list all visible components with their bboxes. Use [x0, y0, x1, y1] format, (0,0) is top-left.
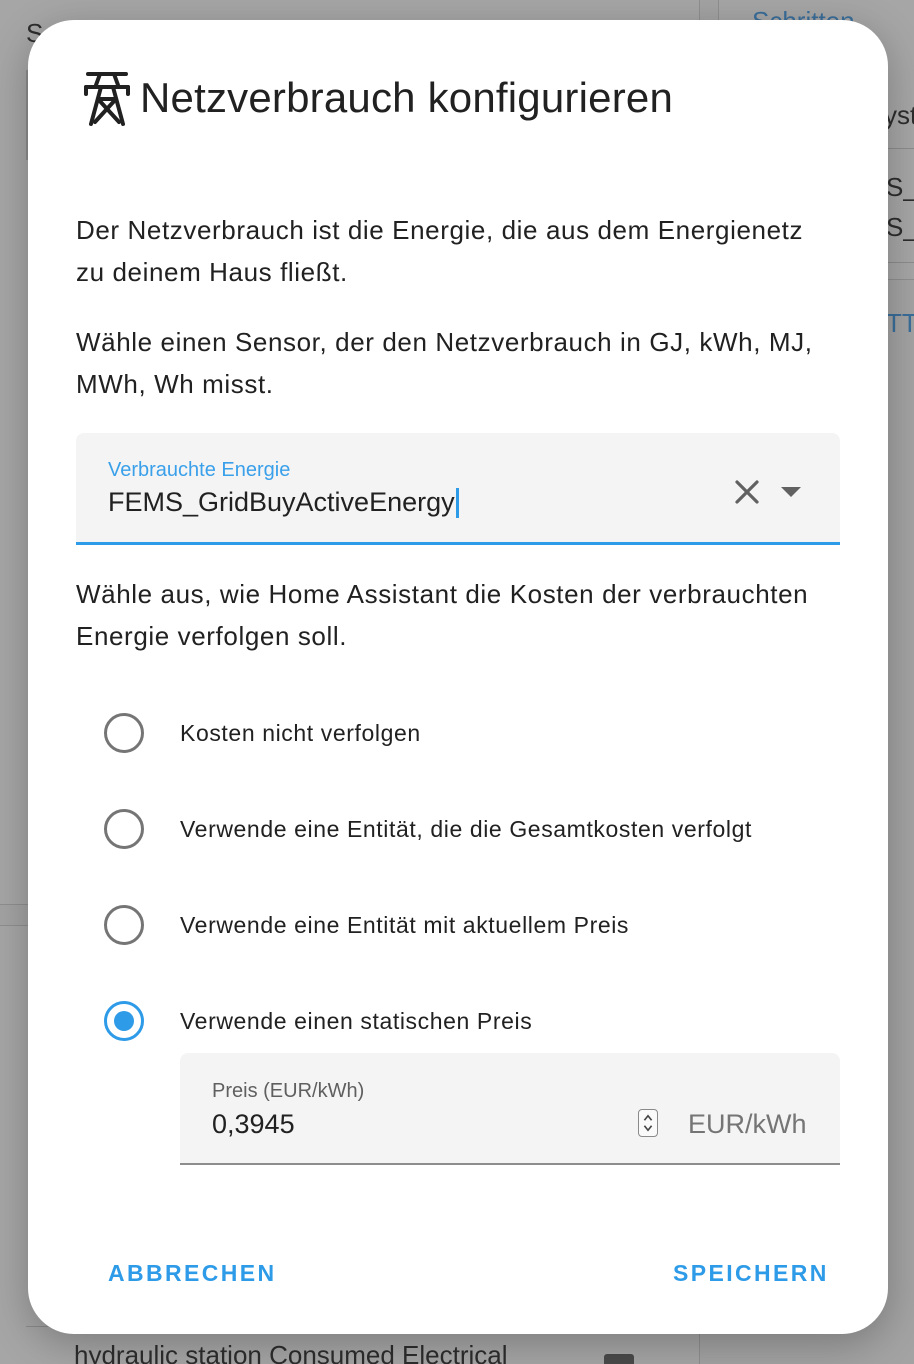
cancel-button[interactable]: ABBRECHEN [108, 1260, 277, 1287]
clear-icon[interactable] [732, 477, 762, 507]
transmission-tower-icon [84, 72, 130, 126]
chevron-down-icon[interactable] [778, 481, 804, 503]
radio-static-price[interactable]: Verwende einen statischen Preis [104, 1001, 532, 1041]
background-link: TT [886, 308, 914, 338]
cost-hint: Wähle aus, wie Home Assistant die Kosten… [76, 579, 809, 651]
radio-no-cost[interactable]: Kosten nicht verfolgen [104, 713, 421, 753]
energy-grid-dialog: Netzverbrauch konfigurieren Der Netzverb… [28, 20, 888, 1334]
dialog-title: Netzverbrauch konfigurieren [140, 74, 674, 121]
radio-entity-current-price[interactable]: Verwende eine Entität mit aktuellem Prei… [104, 905, 629, 945]
radio-label: Verwende einen statischen Preis [180, 1007, 533, 1034]
radio-button-checked[interactable] [104, 1001, 144, 1041]
price-label: Preis (EUR/kWh) [212, 1080, 365, 1102]
energy-sensor-value[interactable]: FEMS_GridBuyActiveEnergy [108, 487, 455, 518]
price-input[interactable]: 0,3945 [212, 1109, 295, 1140]
dialog-header: Netzverbrauch konfigurieren [84, 70, 673, 126]
radio-button[interactable] [104, 905, 144, 945]
dialog-description: Der Netzverbrauch ist die Energie, die a… [76, 215, 804, 287]
radio-entity-total-cost[interactable]: Verwende eine Entität, die die Gesamtkos… [104, 809, 752, 849]
background-list-item: hydraulic station Consumed Electrical [74, 1340, 508, 1364]
energy-sensor-value-wrap[interactable]: FEMS_GridBuyActiveEnergy [108, 487, 459, 518]
energy-sensor-label: Verbrauchte Energie [108, 459, 291, 481]
radio-label: Verwende eine Entität, die die Gesamtkos… [180, 815, 753, 842]
radio-label: Verwende eine Entität mit aktuellem Prei… [180, 911, 630, 938]
number-stepper-icon[interactable] [638, 1109, 658, 1137]
price-unit-suffix: EUR/kWh [688, 1109, 807, 1139]
energy-sensor-select[interactable]: Verbrauchte Energie FEMS_GridBuyActiveEn… [76, 433, 840, 545]
text-cursor [455, 487, 459, 518]
radio-button[interactable] [104, 809, 144, 849]
background-text: S_ [886, 212, 914, 242]
sensor-hint: Wähle einen Sensor, der den Netzverbrauc… [76, 327, 813, 399]
static-price-field[interactable]: Preis (EUR/kWh) 0,3945 EUR/kWh [180, 1053, 840, 1165]
radio-label: Kosten nicht verfolgen [180, 719, 421, 746]
background-text: S_ [886, 172, 914, 202]
radio-button[interactable] [104, 713, 144, 753]
trash-icon [604, 1354, 634, 1364]
background-text: yst [884, 100, 914, 130]
save-button[interactable]: SPEICHERN [673, 1260, 829, 1287]
